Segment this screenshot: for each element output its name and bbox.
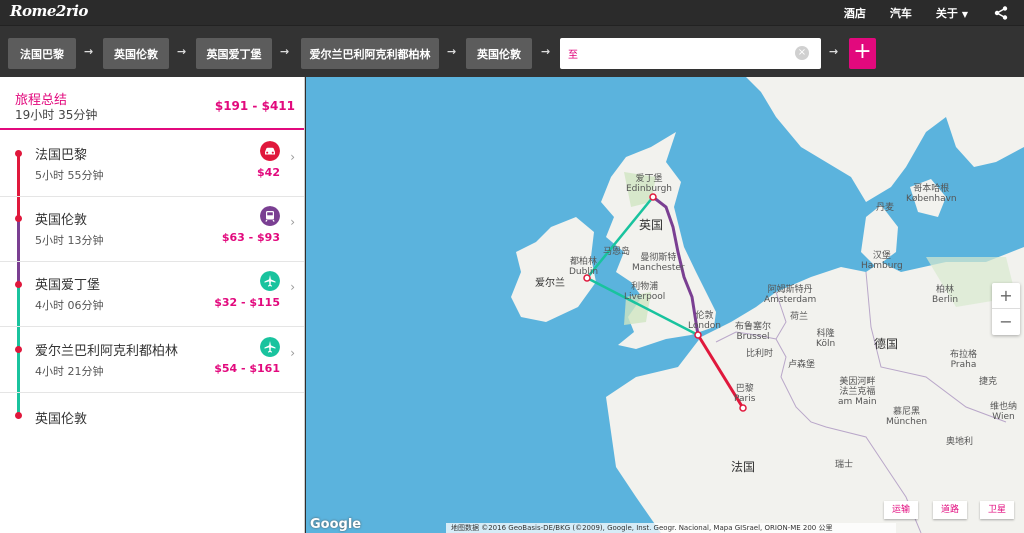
destination-input[interactable] [568, 44, 788, 62]
stop-chip-london[interactable]: 英国伦敦 [103, 38, 169, 69]
arrow-right-icon: → [541, 45, 551, 58]
map-type-transit[interactable]: 运输 [884, 501, 919, 519]
label-czech: 捷克 [979, 377, 998, 387]
nav-cars[interactable]: 汽车 [890, 5, 912, 21]
itinerary-sidebar: 旅程总结 19小时 35分钟 $191 - $411 法国巴黎 5小时 55分钟… [0, 77, 305, 533]
leg-edinburgh[interactable]: 英国爱丁堡 4小时 06分钟 $32 - $115 › [0, 262, 304, 327]
arrow-right-icon: → [447, 45, 457, 58]
arrow-right-icon: → [829, 45, 839, 58]
zoom-out-button[interactable]: − [992, 309, 1020, 335]
arrow-right-icon: → [84, 45, 94, 58]
chevron-right-icon: › [290, 150, 295, 164]
top-bar: Rome2rio 酒店 汽车 关于 ▼ [0, 0, 1024, 25]
leg-paris[interactable]: 法国巴黎 5小时 55分钟 $42 › [0, 132, 304, 197]
label-luxembourg: 卢森堡 [788, 360, 816, 370]
final-stop[interactable]: 英国伦敦 [35, 408, 87, 427]
label-munich: 慕尼黑 München [886, 407, 928, 427]
label-netherlands: 荷兰 [790, 312, 809, 322]
label-edinburgh: 爱丁堡 Edinburgh [626, 174, 672, 194]
timeline-dot [15, 412, 22, 419]
destination-search: × [560, 38, 821, 69]
label-london: 伦敦 London [688, 311, 721, 331]
label-amsterdam: 阿姆斯特丹 Amsterdam [764, 285, 817, 305]
summary-price: $191 - $411 [214, 99, 295, 113]
plane-icon [260, 337, 280, 357]
label-isle-of-man: 马恩岛 [603, 247, 631, 257]
train-icon [260, 206, 280, 226]
stop-chip-london-final[interactable]: 英国伦敦 [466, 38, 532, 69]
map-view[interactable]: 爱丁堡 Edinburgh 英国 马恩岛 曼彻斯特 Manchester 都柏林 Du… [306, 77, 1024, 533]
leg-price: $42 [257, 166, 280, 179]
chevron-right-icon: › [290, 215, 295, 229]
leg-name: 爱尔兰巴利阿克利都柏林 [35, 344, 179, 359]
label-denmark: 丹麦 [876, 203, 895, 213]
label-cologne: 科隆 Köln [816, 329, 836, 349]
label-brussels: 布鲁塞尔 Brussel [735, 322, 772, 342]
chevron-right-icon: › [290, 280, 295, 294]
map-type-satellite[interactable]: 卫星 [980, 501, 1015, 519]
zoom-control: + − [992, 283, 1020, 335]
leg-name: 英国伦敦 [35, 213, 88, 228]
map-canvas [511, 77, 1024, 533]
map-type-road[interactable]: 道路 [933, 501, 968, 519]
label-belgium: 比利时 [746, 349, 774, 359]
clear-icon[interactable]: × [795, 46, 809, 60]
nav-hotels[interactable]: 酒店 [844, 5, 866, 21]
plane-icon [260, 271, 280, 291]
map-attribution: 地图数据 ©2016 GeoBasis-DE/BKG (©2009), Goog… [446, 523, 896, 533]
add-stop-button[interactable]: + [849, 38, 876, 69]
top-nav: 酒店 汽车 关于 ▼ [820, 0, 1008, 25]
label-germany: 德国 [874, 337, 899, 351]
arrow-right-icon: → [177, 45, 187, 58]
label-liverpool: 利物浦 Liverpool [624, 282, 666, 302]
share-icon[interactable] [994, 5, 1008, 20]
rome2rio-logo[interactable]: Rome2rio [10, 2, 88, 20]
car-icon [260, 141, 280, 161]
leg-price: $54 - $161 [214, 362, 280, 375]
route-bar: 法国巴黎 → 英国伦敦 → 英国爱丁堡 → 爱尔兰巴利阿克利都柏林 → 英国伦敦… [0, 25, 1024, 77]
leg-london[interactable]: 英国伦敦 5小时 13分钟 $63 - $93 › [0, 197, 304, 262]
stop-chip-paris[interactable]: 法国巴黎 [8, 38, 76, 69]
stop-chip-dublin[interactable]: 爱尔兰巴利阿克利都柏林 [301, 38, 439, 69]
stop-chip-edinburgh[interactable]: 英国爱丁堡 [196, 38, 272, 69]
label-dublin: 都柏林 Dublin [569, 257, 599, 277]
label-paris: 巴黎 Paris [734, 384, 756, 404]
leg-name: 英国爱丁堡 [35, 278, 101, 293]
label-manchester: 曼彻斯特 Manchester [632, 253, 685, 273]
leg-duration: 4小时 06分钟 [35, 299, 104, 312]
label-frankfurt: 美因河畔 法兰克福 am Main [838, 377, 877, 407]
leg-price: $32 - $115 [214, 296, 280, 309]
label-ireland: 爱尔兰 [535, 278, 565, 289]
nav-about[interactable]: 关于 ▼ [936, 5, 968, 21]
label-austria: 奥地利 [946, 437, 974, 447]
summary-duration: 19小时 35分钟 [15, 108, 98, 122]
zoom-in-button[interactable]: + [992, 283, 1020, 309]
label-france: 法国 [731, 460, 756, 474]
google-logo: Google [310, 517, 362, 532]
chevron-down-icon: ▼ [961, 9, 968, 19]
chevron-right-icon: › [290, 346, 295, 360]
arrow-right-icon: → [280, 45, 290, 58]
leg-duration: 5小时 55分钟 [35, 169, 104, 182]
nav-about-label: 关于 [935, 6, 958, 20]
trip-summary[interactable]: 旅程总结 19小时 35分钟 $191 - $411 [0, 77, 304, 130]
label-copenhagen: 哥本哈根 København [906, 184, 957, 204]
label-hamburg: 汉堡 Hamburg [861, 251, 903, 271]
leg-dublin[interactable]: 爱尔兰巴利阿克利都柏林 4小时 21分钟 $54 - $161 › [0, 328, 304, 393]
leg-price: $63 - $93 [221, 231, 280, 244]
leg-name: 法国巴黎 [35, 148, 88, 163]
label-uk: 英国 [639, 218, 664, 232]
label-prague: 布拉格 Praha [950, 350, 978, 370]
label-switzerland: 瑞士 [835, 460, 854, 470]
leg-duration: 4小时 21分钟 [35, 365, 104, 378]
label-berlin: 柏林 Berlin [932, 285, 959, 305]
leg-duration: 5小时 13分钟 [35, 234, 104, 247]
label-vienna: 维也纳 Wien [990, 402, 1018, 422]
